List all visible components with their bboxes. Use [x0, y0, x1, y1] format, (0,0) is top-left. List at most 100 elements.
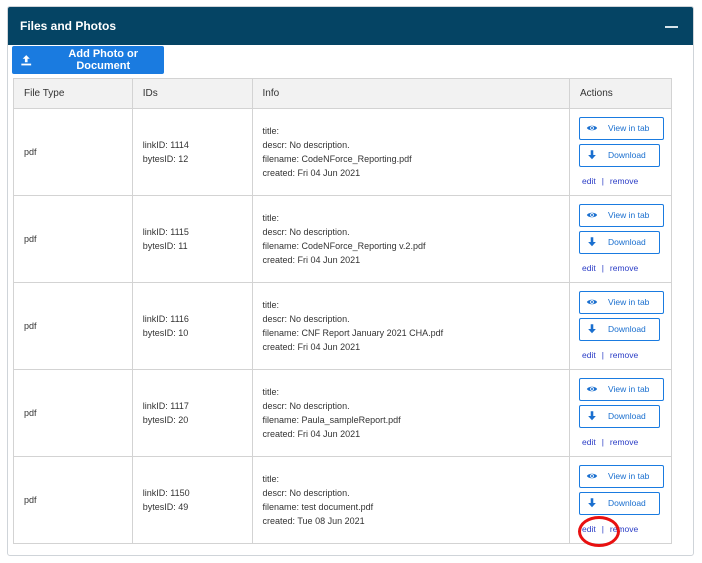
ids-cell: linkID: 1115 bytesID: 11: [131, 195, 253, 283]
info-descr: descr: No description.: [262, 140, 350, 150]
file-type-cell: pdf: [13, 282, 133, 370]
download-button[interactable]: Download: [578, 143, 660, 167]
view-in-tab-label: View in tab: [607, 471, 650, 481]
table-row: pdf linkID: 1114 bytesID: 12 title: descr: N…: [13, 108, 673, 196]
view-in-tab-label: View in tab: [607, 384, 650, 394]
minus-icon[interactable]: [665, 19, 679, 33]
ids-cell: linkID: 1150 bytesID: 49: [131, 456, 253, 544]
info-filename: filename: CNF Report January 2021 CHA.pd…: [262, 328, 444, 338]
info-descr: descr: No description.: [262, 401, 350, 411]
link-id: linkID: 1116: [142, 314, 189, 324]
link-id: linkID: 1150: [142, 488, 190, 498]
download-button[interactable]: Download: [578, 230, 660, 254]
table-row: pdf linkID: 1117 bytesID: 20 title: descr: N…: [13, 369, 673, 457]
download-label: Download: [607, 150, 646, 160]
ids-cell: linkID: 1116 bytesID: 10: [131, 282, 253, 370]
remove-link[interactable]: remove: [610, 174, 638, 188]
view-in-tab-button[interactable]: View in tab: [578, 203, 664, 227]
actions-cell: View in tab Download edit | remove: [568, 369, 673, 457]
info-cell: title: descr: No description. filename: CN…: [251, 282, 570, 370]
info-title: title:: [262, 474, 280, 484]
view-in-tab-button[interactable]: View in tab: [578, 377, 664, 401]
link-separator: |: [601, 349, 604, 360]
download-label: Download: [607, 324, 646, 334]
info-created: created: Fri 04 Jun 2021: [262, 168, 361, 178]
edit-link[interactable]: edit: [582, 261, 596, 275]
add-photo-document-button[interactable]: Add Photo or Document: [12, 46, 164, 74]
file-type: pdf: [24, 495, 37, 505]
arrow-down-icon: [588, 411, 596, 421]
link-separator: |: [601, 262, 604, 273]
table-row: pdf linkID: 1116 bytesID: 10 title: descr: N…: [13, 282, 673, 370]
info-filename: filename: Paula_sampleReport.pdf: [262, 415, 401, 425]
view-in-tab-label: View in tab: [607, 210, 650, 220]
table-header-row: File Type IDs Info Actions: [13, 78, 673, 109]
arrow-down-icon: [588, 237, 596, 247]
eye-icon: [586, 299, 598, 305]
link-id: linkID: 1115: [142, 227, 189, 237]
add-button-label: Add Photo or Document: [68, 48, 139, 72]
info-cell: title: descr: No description. filename: Co…: [251, 195, 570, 283]
bytes-id: bytesID: 11: [142, 241, 188, 251]
highlight-circle: [578, 516, 620, 547]
row-links: edit | remove: [579, 348, 671, 362]
panel-title: Files and Photos: [20, 19, 117, 33]
table-row: pdf linkID: 1115 bytesID: 11 title: descr: N…: [13, 195, 673, 283]
header-info: Info: [251, 78, 570, 109]
info-created: created: Fri 04 Jun 2021: [262, 255, 361, 265]
link-separator: |: [601, 436, 604, 447]
info-descr: descr: No description.: [262, 314, 350, 324]
files-table: File Type IDs Info Actions pdf linkID: 11…: [13, 78, 673, 544]
info-filename: filename: CodeNForce_Reporting.pdf: [262, 154, 412, 164]
header-file-type: File Type: [13, 78, 133, 109]
file-type-cell: pdf: [13, 369, 133, 457]
panel-header: Files and Photos: [8, 7, 693, 45]
remove-link[interactable]: remove: [610, 435, 638, 449]
file-type-cell: pdf: [13, 195, 133, 283]
eye-icon: [586, 212, 598, 218]
row-links: edit | remove: [579, 435, 671, 449]
table-row: pdf linkID: 1150 bytesID: 49 title: descr: N…: [13, 456, 673, 544]
link-separator: |: [601, 175, 604, 186]
actions-cell: View in tab Download edit | remove: [568, 282, 673, 370]
edit-link[interactable]: edit: [582, 174, 596, 188]
info-descr: descr: No description.: [262, 488, 350, 498]
remove-link[interactable]: remove: [610, 261, 638, 275]
info-descr: descr: No description.: [262, 227, 350, 237]
info-filename: filename: test document.pdf: [262, 502, 374, 512]
remove-link[interactable]: remove: [610, 348, 638, 362]
info-created: created: Fri 04 Jun 2021: [262, 429, 361, 439]
header-actions: Actions: [568, 78, 673, 109]
download-button[interactable]: Download: [578, 317, 660, 341]
download-label: Download: [607, 411, 646, 421]
actions-cell: View in tab Download edit | remove: [568, 195, 673, 283]
info-cell: title: descr: No description. filename: te…: [251, 456, 570, 544]
bytes-id: bytesID: 12: [142, 154, 189, 164]
edit-link[interactable]: edit: [582, 348, 596, 362]
view-in-tab-button[interactable]: View in tab: [578, 290, 664, 314]
link-id: linkID: 1117: [142, 401, 189, 411]
view-in-tab-button[interactable]: View in tab: [578, 464, 664, 488]
arrow-down-icon: [588, 150, 596, 160]
info-title: title:: [262, 300, 280, 310]
eye-icon: [586, 125, 598, 131]
link-id: linkID: 1114: [142, 140, 189, 150]
row-links: edit | remove: [579, 261, 671, 275]
actions-cell: View in tab Download edit | remove: [568, 108, 673, 196]
ids-cell: linkID: 1117 bytesID: 20: [131, 369, 253, 457]
download-button[interactable]: Download: [578, 404, 660, 428]
files-table-wrapper: File Type IDs Info Actions pdf linkID: 11…: [13, 78, 673, 544]
header-ids: IDs: [131, 78, 253, 109]
file-type-cell: pdf: [13, 456, 133, 544]
info-cell: title: descr: No description. filename: Co…: [251, 108, 570, 196]
download-button[interactable]: Download: [578, 491, 660, 515]
edit-link[interactable]: edit: [582, 435, 596, 449]
view-in-tab-button[interactable]: View in tab: [578, 116, 664, 140]
file-type: pdf: [24, 408, 37, 418]
view-in-tab-label: View in tab: [607, 297, 650, 307]
arrow-down-icon: [588, 498, 596, 508]
arrow-down-icon: [588, 324, 596, 334]
eye-icon: [586, 473, 598, 479]
bytes-id: bytesID: 10: [142, 328, 189, 338]
info-title: title:: [262, 387, 280, 397]
